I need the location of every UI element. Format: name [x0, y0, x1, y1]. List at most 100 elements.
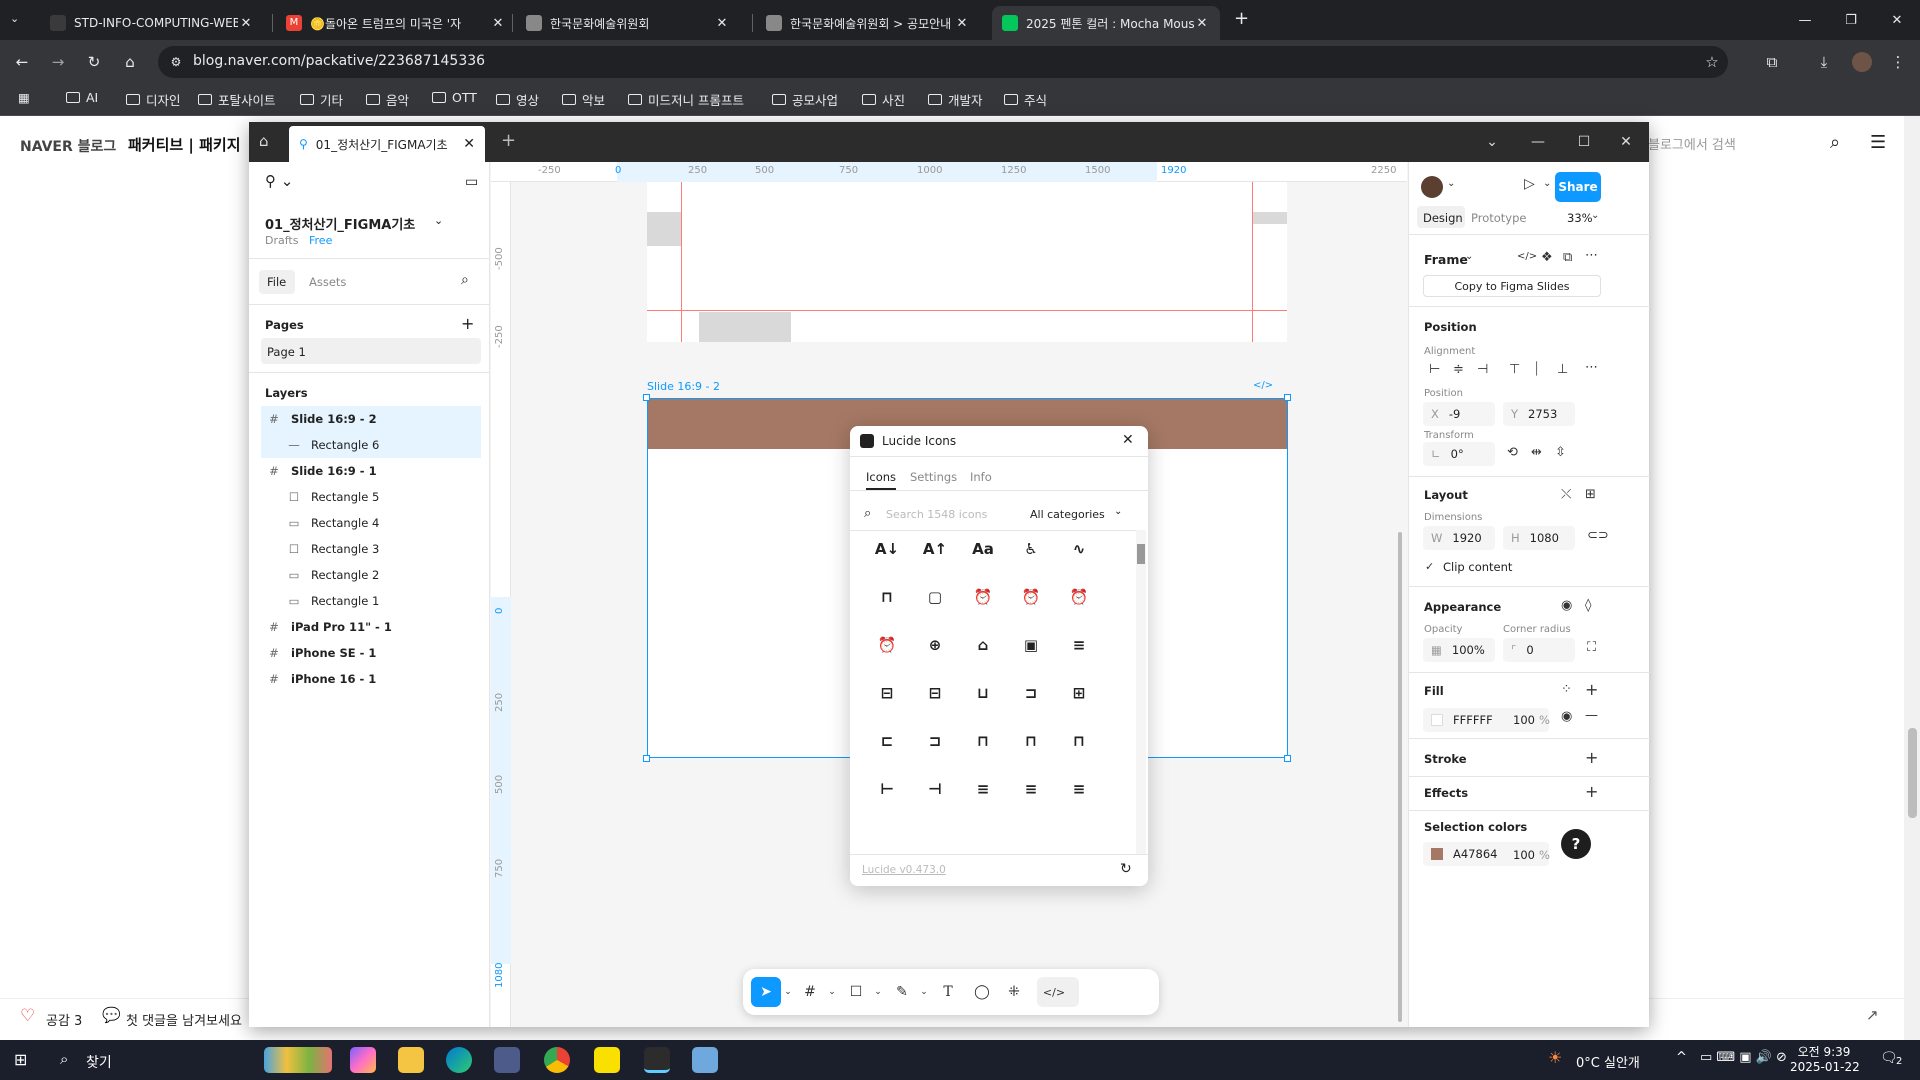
back-icon[interactable]: ← [10, 50, 34, 74]
bookmark-folder[interactable]: OTT [432, 90, 477, 105]
bookmark-folder[interactable]: 공모사업 [772, 90, 838, 109]
comment-prompt[interactable]: 첫 댓글을 남겨보세요 [126, 1010, 242, 1029]
align-v-icon[interactable]: ⊞ [1066, 680, 1092, 706]
weather-text[interactable]: 0°C 실안개 [1576, 1052, 1640, 1071]
bookmark-folder[interactable]: 악보 [562, 90, 605, 109]
plugin-scrollbar[interactable] [1136, 530, 1146, 874]
file-name[interactable]: 01_정처산기_FIGMA기초 [265, 214, 415, 233]
frame-type-label[interactable]: Frame [1424, 252, 1468, 267]
close-icon[interactable]: ✕ [463, 136, 475, 152]
dev-mode-icon[interactable]: </> [1041, 979, 1067, 1005]
flip-vertical-icon[interactable]: ⇳ [1555, 445, 1566, 460]
new-file-tab-icon[interactable]: + [501, 130, 516, 151]
home-icon[interactable]: ⌂ [259, 132, 269, 150]
corner-radius-input[interactable]: ⌜ 0 [1503, 638, 1575, 662]
app-icon[interactable] [692, 1047, 718, 1073]
more-menu-icon[interactable]: ⋮ [1886, 50, 1910, 74]
code-icon[interactable]: </> [1253, 380, 1273, 391]
bookmark-star-icon[interactable]: ☆ [1700, 50, 1724, 74]
close-icon[interactable]: ✕ [238, 16, 254, 31]
bookmark-folder[interactable]: 디자인 [126, 90, 181, 109]
layer-row[interactable]: ☐ Rectangle 3 [261, 536, 481, 562]
zoom-level[interactable]: 33% [1567, 211, 1593, 225]
chevron-down-icon[interactable]: ⌄ [1447, 178, 1455, 189]
blog-search-input[interactable]: 블로그에서 검색 [1648, 134, 1736, 153]
kakaotalk-icon[interactable] [594, 1047, 620, 1073]
add-effect-icon[interactable]: + [1585, 782, 1598, 801]
bookmark-folder[interactable]: 주식 [1004, 90, 1047, 109]
height-input[interactable]: H 1080 [1503, 526, 1575, 550]
chevron-up-icon[interactable]: ^ [1676, 1050, 1687, 1065]
layer-row[interactable]: # Slide 16:9 - 2 [261, 406, 481, 432]
close-icon[interactable]: ✕ [1194, 16, 1210, 31]
present-play-icon[interactable]: ▷ [1524, 176, 1535, 192]
tab-file[interactable]: File [267, 275, 286, 289]
fill-opacity[interactable]: 100 [1513, 713, 1535, 727]
figma-app-icon[interactable] [644, 1047, 670, 1073]
chevron-down-icon[interactable]: ⌄ [1469, 122, 1515, 162]
align-h-left-icon[interactable]: ⊏ [874, 728, 900, 754]
comment-tool-icon[interactable]: ◯ [969, 979, 995, 1005]
layer-row[interactable]: # Slide 16:9 - 1 [261, 458, 481, 484]
align-right-icon[interactable]: ⊣ [1477, 362, 1488, 377]
align-v-start-icon[interactable]: ⊓ [1066, 728, 1092, 754]
clock-date[interactable]: 2025-01-22 [1790, 1060, 1860, 1074]
actions-tool-icon[interactable]: ⁜ [1001, 979, 1027, 1005]
naver-blog-logo[interactable]: NAVER 블로그 [20, 136, 116, 156]
user-avatar[interactable] [1421, 176, 1443, 198]
alarm-clock-icon[interactable]: ⏰ [970, 584, 996, 610]
restore-icon[interactable]: ❐ [1828, 0, 1874, 40]
arrow-up-a-z-icon[interactable]: A↑ [922, 536, 948, 562]
width-input[interactable]: W 1920 [1423, 526, 1495, 550]
independent-corners-icon[interactable]: ⛶ [1587, 640, 1596, 655]
chevron-down-icon[interactable]: ⌄ [1543, 178, 1551, 189]
blend-mode-icon[interactable]: ◊ [1585, 598, 1591, 613]
rectangle[interactable] [647, 212, 681, 246]
more-icon[interactable]: ⋯ [1585, 248, 1598, 263]
like-count[interactable]: 공감 3 [46, 1010, 82, 1029]
figma-file-tab[interactable]: ⚲ 01_정처산기_FIGMA기초 ✕ [289, 126, 485, 162]
alarm-smoke-icon[interactable]: ⌂ [970, 632, 996, 658]
tab-search-icon[interactable]: ⌄ [10, 12, 19, 25]
code-icon[interactable]: </> [1517, 251, 1537, 262]
close-window-icon[interactable]: ✕ [1603, 122, 1649, 162]
add-page-icon[interactable]: + [461, 314, 474, 333]
align-right-icon[interactable]: ≡ [1066, 776, 1092, 802]
plugin-tab-settings[interactable]: Settings [910, 470, 957, 484]
layout-grid-icon[interactable]: ⊞ [1585, 487, 1596, 502]
align-bottom-icon[interactable]: ⊥ [1557, 362, 1568, 377]
align-center-icon[interactable]: ≡ [1066, 632, 1092, 658]
selection-opacity[interactable]: 100 [1513, 848, 1535, 862]
layer-row[interactable]: # iPhone 16 - 1 [261, 666, 481, 692]
layer-row[interactable]: ☐ Rectangle 5 [261, 484, 481, 510]
blog-title[interactable]: 패커티브 | 패키지 [128, 134, 241, 155]
search-icon[interactable]: ⌕ [461, 272, 469, 288]
hamburger-menu-icon[interactable]: ☰ [1870, 132, 1886, 153]
album-icon[interactable]: ▣ [1018, 632, 1044, 658]
layer-row[interactable]: ▭ Rectangle 1 [261, 588, 481, 614]
copilot-icon[interactable] [350, 1047, 376, 1073]
resize-handle[interactable] [643, 755, 650, 762]
align-justify-icon[interactable]: ≡ [970, 776, 996, 802]
maximize-icon[interactable]: ☐ [1561, 122, 1607, 162]
minimize-icon[interactable]: — [1782, 0, 1828, 40]
align-v-end-icon[interactable]: ⊓ [1018, 728, 1044, 754]
search-icon[interactable]: ⌕ [60, 1050, 68, 1068]
resize-handle[interactable] [1284, 394, 1291, 401]
forward-icon[interactable]: → [46, 50, 70, 74]
clock-time[interactable]: 오전 9:39 [1794, 1043, 1854, 1060]
reload-icon[interactable]: ↻ [82, 50, 106, 74]
bookmark-folder[interactable]: 개발자 [928, 90, 983, 109]
alarm-check-icon[interactable]: ⏰ [1018, 584, 1044, 610]
copy-to-slides-button[interactable]: Copy to Figma Slides [1423, 275, 1601, 297]
frame-label[interactable]: Slide 16:9 - 2 [647, 380, 720, 393]
case-sensitive-icon[interactable]: Aa [970, 536, 996, 562]
tab-assets[interactable]: Assets [309, 275, 346, 289]
add-fill-icon[interactable]: + [1585, 680, 1598, 699]
align-left-icon[interactable]: ⊢ [1429, 362, 1440, 377]
close-window-icon[interactable]: ✕ [1874, 0, 1920, 40]
chevron-down-icon[interactable]: ⌄ [911, 979, 937, 1005]
search-icon[interactable]: ⌕ [1830, 132, 1840, 153]
component-icon[interactable]: ❖ [1541, 250, 1553, 265]
browser-tab[interactable]: STD-INFO-COMPUTING-WEB- ✕ [40, 6, 264, 40]
